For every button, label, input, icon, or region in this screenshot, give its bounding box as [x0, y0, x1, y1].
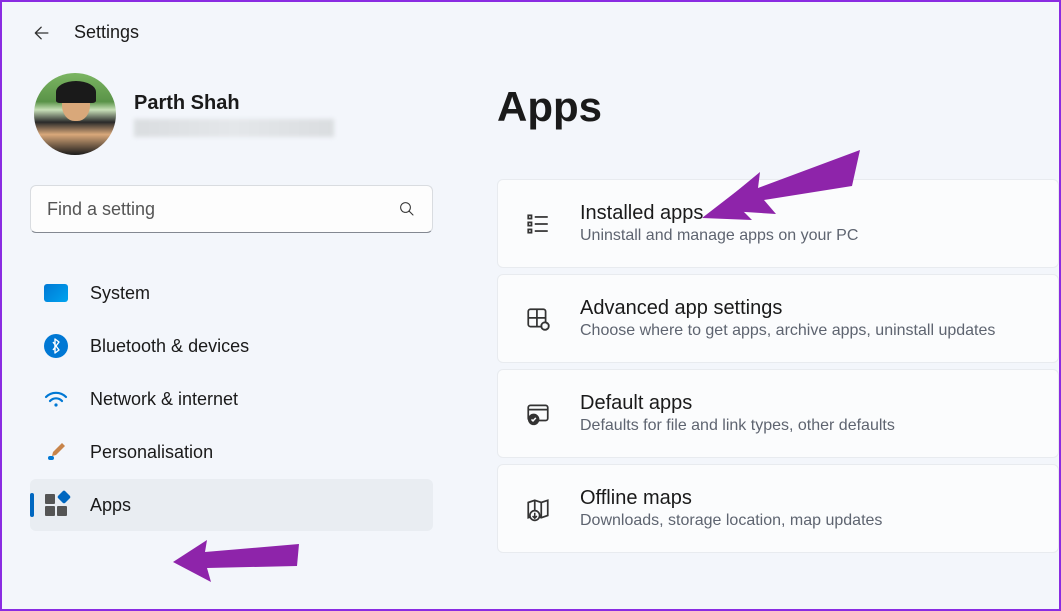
- sidebar-item-label: Network & internet: [90, 389, 238, 410]
- sidebar-item-bluetooth[interactable]: Bluetooth & devices: [30, 320, 433, 372]
- sidebar-item-label: System: [90, 283, 150, 304]
- card-title: Default apps: [580, 392, 895, 415]
- bluetooth-icon: [44, 334, 68, 358]
- sidebar-nav: System Bluetooth & devices Network & int…: [30, 267, 433, 531]
- card-subtitle: Downloads, storage location, map updates: [580, 512, 882, 530]
- header-title: Settings: [74, 22, 139, 43]
- card-subtitle: Defaults for file and link types, other …: [580, 417, 895, 435]
- search-input-wrapper[interactable]: [30, 185, 433, 233]
- apps-icon: [44, 493, 68, 517]
- avatar: [34, 73, 116, 155]
- card-default-apps[interactable]: Default apps Defaults for file and link …: [497, 369, 1059, 458]
- sidebar-item-label: Personalisation: [90, 442, 213, 463]
- page-title: Apps: [497, 83, 1059, 131]
- sidebar-item-label: Bluetooth & devices: [90, 336, 249, 357]
- sidebar-item-apps[interactable]: Apps: [30, 479, 433, 531]
- paintbrush-icon: [44, 440, 68, 464]
- arrow-left-icon: [32, 23, 52, 43]
- card-subtitle: Uninstall and manage apps on your PC: [580, 227, 858, 245]
- main-content: Apps Installed apps Uninstall and manage…: [447, 53, 1059, 553]
- user-email-redacted: [134, 119, 334, 137]
- user-name: Parth Shah: [134, 92, 334, 115]
- user-profile[interactable]: Parth Shah: [34, 73, 433, 155]
- list-icon: [524, 210, 552, 238]
- sidebar-item-label: Apps: [90, 495, 131, 516]
- sidebar-item-network[interactable]: Network & internet: [30, 373, 433, 425]
- window-header: Settings: [2, 2, 1059, 53]
- search-icon[interactable]: [398, 200, 416, 218]
- settings-cards: Installed apps Uninstall and manage apps…: [497, 179, 1059, 553]
- window-check-icon: [524, 400, 552, 428]
- card-title: Advanced app settings: [580, 297, 995, 320]
- map-download-icon: [524, 495, 552, 523]
- wifi-icon: [44, 387, 68, 411]
- search-input[interactable]: [47, 199, 398, 220]
- app-gear-icon: [524, 305, 552, 333]
- sidebar-item-personalisation[interactable]: Personalisation: [30, 426, 433, 478]
- card-installed-apps[interactable]: Installed apps Uninstall and manage apps…: [497, 179, 1059, 268]
- sidebar: Parth Shah System Bluetooth & devices: [2, 53, 447, 553]
- card-offline-maps[interactable]: Offline maps Downloads, storage location…: [497, 464, 1059, 553]
- card-subtitle: Choose where to get apps, archive apps, …: [580, 322, 995, 340]
- card-title: Offline maps: [580, 487, 882, 510]
- card-title: Installed apps: [580, 202, 858, 225]
- monitor-icon: [44, 281, 68, 305]
- card-advanced-app-settings[interactable]: Advanced app settings Choose where to ge…: [497, 274, 1059, 363]
- back-button[interactable]: [32, 23, 52, 43]
- sidebar-item-system[interactable]: System: [30, 267, 433, 319]
